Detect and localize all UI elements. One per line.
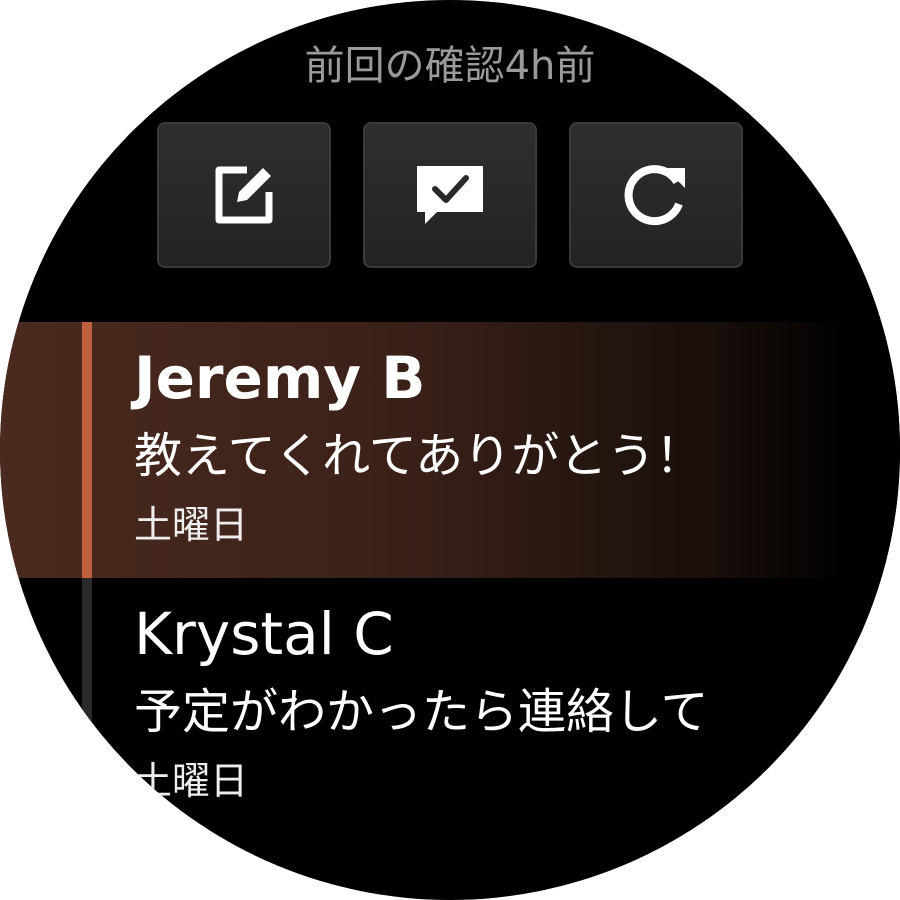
compose-icon: [207, 158, 281, 232]
message-sender: Jeremy B: [134, 344, 426, 412]
item-indicator: [82, 578, 92, 834]
last-checked-label: 前回の確認4h前: [304, 43, 596, 89]
message-date: 土曜日: [134, 759, 249, 803]
message-list: Jeremy B 教えてくれてありがとう！ 土曜日 Krystal C 予定がわ…: [0, 322, 900, 834]
action-bar: [157, 122, 743, 268]
message-sender: Krystal C: [134, 600, 394, 668]
message-item-jeremy[interactable]: Jeremy B 教えてくれてありがとう！ 土曜日: [0, 322, 900, 578]
watch-screen: 前回の確認4h前 Jeremy B 教えてくれてありがとう！ 土曜日 Kryst…: [0, 0, 900, 900]
message-date: 土曜日: [134, 503, 249, 547]
message-check-icon: [413, 158, 487, 232]
message-item-krystal[interactable]: Krystal C 予定がわかったら連絡して 土曜日: [0, 578, 900, 834]
message-preview: 教えてくれてありがとう！: [134, 428, 704, 484]
selection-indicator: [82, 322, 92, 578]
message-preview: 予定がわかったら連絡して: [134, 684, 709, 740]
compose-button[interactable]: [157, 122, 331, 268]
refresh-icon: [619, 158, 693, 232]
refresh-button[interactable]: [569, 122, 743, 268]
mark-read-button[interactable]: [363, 122, 537, 268]
